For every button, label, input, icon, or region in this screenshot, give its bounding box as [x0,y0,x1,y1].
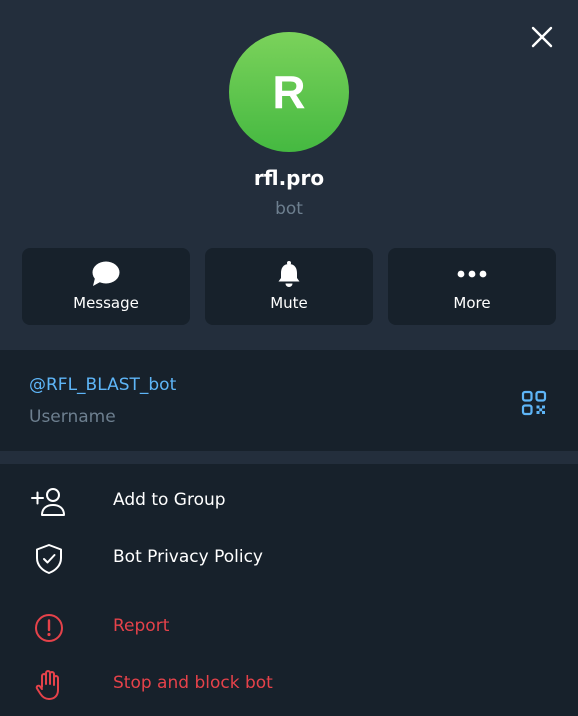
chat-bubble-icon [92,261,120,286]
username-section[interactable] [0,350,578,451]
section-divider [0,451,578,464]
menu-item-label: Stop and block bot [113,673,273,693]
more-button[interactable]: More [388,248,556,325]
shield-check-icon [36,544,62,574]
mute-label: Mute [270,294,308,312]
menu-item-report[interactable]: Report [0,600,578,656]
bell-icon [278,261,300,287]
hand-stop-icon [35,670,59,700]
message-label: Message [73,294,139,312]
qr-code-icon [521,390,547,416]
message-button[interactable]: Message [22,248,190,325]
alert-circle-icon [35,614,63,642]
profile-name: rfl.pro [253,166,325,190]
qr-code-button[interactable] [521,390,547,416]
close-icon [531,26,553,48]
avatar-letter: R [272,66,306,118]
menu-item-label: Bot Privacy Policy [113,547,263,567]
profile-type: bot [275,199,303,219]
profile-header: R rfl.pro bot Message Mute More [0,0,578,350]
username-label: Username [29,407,116,427]
more-label: More [453,294,491,312]
menu-item-add-to-group[interactable]: Add to Group [0,474,578,530]
add-user-icon [31,488,65,516]
username-value[interactable]: @RFL_BLAST_bot [29,375,176,395]
dots-icon [457,270,487,278]
bot-profile-panel: R rfl.pro bot Message Mute More @RFL_BLA… [0,0,578,716]
menu-item-label: Add to Group [113,490,226,510]
menu-item-bot-privacy-policy[interactable]: Bot Privacy Policy [0,531,578,587]
mute-button[interactable]: Mute [205,248,373,325]
menu-item-stop-and-block-bot[interactable]: Stop and block bot [0,657,578,713]
avatar[interactable]: R [229,32,349,152]
menu-item-label: Report [113,616,170,636]
close-button[interactable] [526,21,558,53]
